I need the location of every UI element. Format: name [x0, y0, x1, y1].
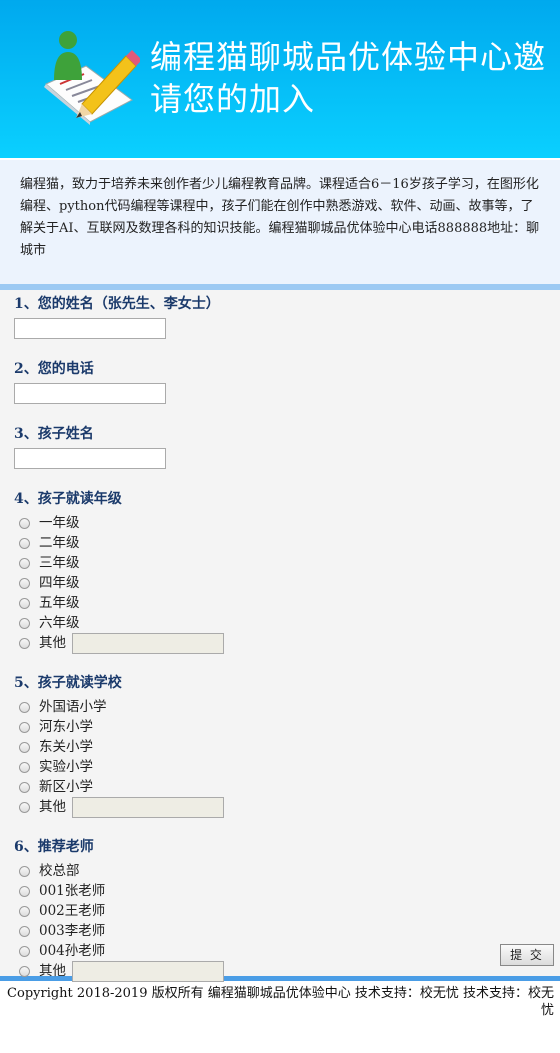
- radio-button[interactable]: [19, 801, 30, 813]
- radio-button[interactable]: [19, 637, 30, 649]
- intro-text: 编程猫，致力于培养未来创作者少儿编程教育品牌。课程适合6－16岁孩子学习，在图形…: [0, 158, 560, 284]
- teacher-option[interactable]: 002王老师: [14, 901, 546, 921]
- signup-form: 1、您的姓名（张先生、李女士） 2、您的电话 3、孩子姓名 4、孩子就读年级 一…: [0, 290, 560, 982]
- page-header: 编程猫聊城品优体验中心邀请您的加入: [0, 0, 560, 158]
- phone-input[interactable]: [14, 383, 166, 404]
- radio-button[interactable]: [19, 965, 30, 977]
- radio-button[interactable]: [19, 945, 30, 957]
- radio-button[interactable]: [19, 597, 30, 609]
- parent-name-input[interactable]: [14, 318, 166, 339]
- teacher-option[interactable]: 校总部: [14, 861, 546, 881]
- school-option[interactable]: 东关小学: [14, 737, 546, 757]
- footer-copyright: Copyright 2018-2019 版权所有 编程猫聊城品优体验中心 技术支…: [7, 986, 554, 1018]
- grade-option[interactable]: 三年级: [14, 553, 546, 573]
- grade-option[interactable]: 六年级: [14, 613, 546, 633]
- radio-button[interactable]: [19, 905, 30, 917]
- radio-button[interactable]: [19, 885, 30, 897]
- radio-button[interactable]: [19, 617, 30, 629]
- school-option[interactable]: 新区小学: [14, 777, 546, 797]
- pencil-document-logo-icon: [44, 31, 140, 125]
- teacher-option[interactable]: 003李老师: [14, 921, 546, 941]
- grade-option[interactable]: 五年级: [14, 593, 546, 613]
- school-option[interactable]: 外国语小学: [14, 697, 546, 717]
- teacher-option[interactable]: 004孙老师: [14, 941, 546, 961]
- school-other-input[interactable]: [72, 796, 224, 818]
- radio-button[interactable]: [19, 557, 30, 569]
- page-title: 编程猫聊城品优体验中心邀请您的加入: [150, 38, 547, 118]
- submit-button[interactable]: 提 交: [500, 944, 554, 966]
- radio-button[interactable]: [19, 781, 30, 793]
- radio-button[interactable]: [19, 741, 30, 753]
- question-teacher: 6、推荐老师: [14, 839, 94, 855]
- radio-button[interactable]: [19, 865, 30, 877]
- teacher-other-input[interactable]: [72, 960, 224, 982]
- child-name-input[interactable]: [14, 448, 166, 469]
- radio-button[interactable]: [19, 537, 30, 549]
- school-option[interactable]: 实验小学: [14, 757, 546, 777]
- radio-button[interactable]: [19, 577, 30, 589]
- grade-option[interactable]: 四年级: [14, 573, 546, 593]
- question-phone: 2、您的电话: [14, 361, 94, 377]
- school-option[interactable]: 河东小学: [14, 717, 546, 737]
- grade-other-input[interactable]: [72, 632, 224, 654]
- grade-option[interactable]: 二年级: [14, 533, 546, 553]
- radio-button[interactable]: [19, 925, 30, 937]
- grade-option[interactable]: 一年级: [14, 513, 546, 533]
- school-option-other[interactable]: 其他: [14, 796, 546, 818]
- teacher-option-other[interactable]: 其他: [14, 960, 546, 982]
- radio-button[interactable]: [19, 517, 30, 529]
- question-grade: 4、孩子就读年级: [14, 491, 122, 507]
- question-parent-name: 1、您的姓名（张先生、李女士）: [14, 296, 220, 312]
- radio-button[interactable]: [19, 701, 30, 713]
- radio-button[interactable]: [19, 721, 30, 733]
- question-school: 5、孩子就读学校: [14, 675, 122, 691]
- grade-option-other[interactable]: 其他: [14, 632, 546, 654]
- radio-button[interactable]: [19, 761, 30, 773]
- teacher-option[interactable]: 001张老师: [14, 881, 546, 901]
- question-child-name: 3、孩子姓名: [14, 426, 94, 442]
